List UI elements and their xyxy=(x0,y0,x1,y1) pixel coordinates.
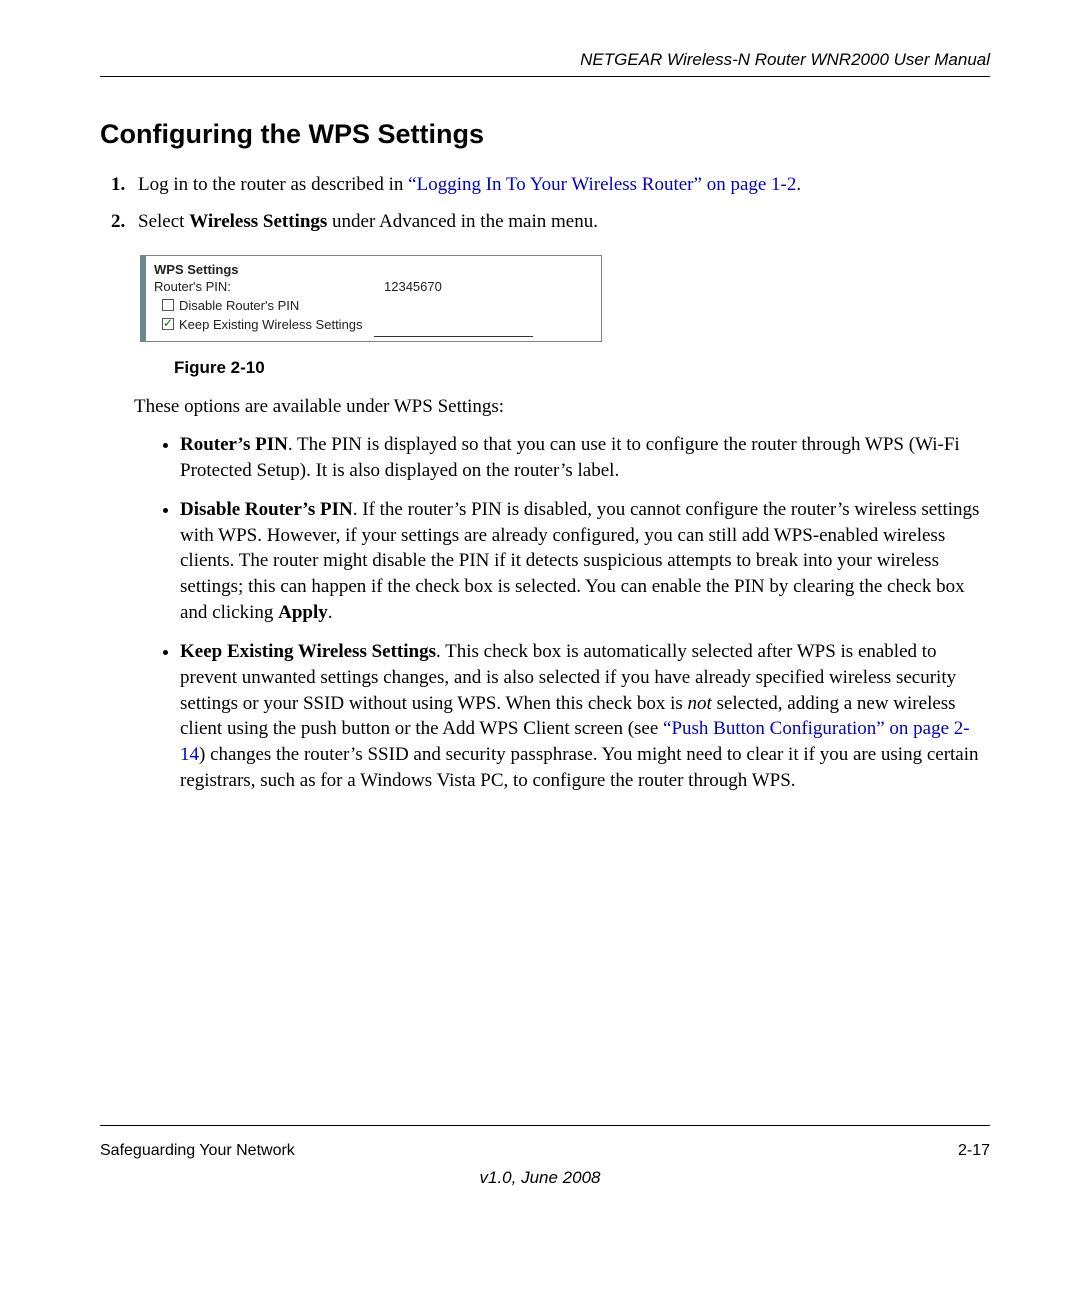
disable-pin-label: Disable Router's PIN xyxy=(179,298,299,313)
running-header: NETGEAR Wireless-N Router WNR2000 User M… xyxy=(100,50,990,77)
keep-existing-checkbox[interactable] xyxy=(162,318,174,330)
disable-pin-checkbox[interactable] xyxy=(162,299,174,311)
router-pin-label: Router's PIN: xyxy=(154,279,384,294)
panel-separator xyxy=(374,336,533,337)
bullet-3-t3: ) changes the router’s SSID and security… xyxy=(180,744,979,791)
bullet-1-term: Router’s PIN xyxy=(180,434,288,455)
disable-pin-row: Disable Router's PIN xyxy=(154,298,593,313)
step-1: Log in to the router as described in “Lo… xyxy=(130,170,990,199)
step-2-posttext: under Advanced in the main menu. xyxy=(327,211,598,232)
step-1-posttext: . xyxy=(796,174,801,195)
login-xref-link[interactable]: “Logging In To Your Wireless Router” on … xyxy=(408,174,796,195)
footer-chapter: Safeguarding Your Network xyxy=(100,1142,295,1160)
router-pin-row: Router's PIN: 12345670 xyxy=(154,279,593,294)
section-heading: Configuring the WPS Settings xyxy=(100,119,990,150)
step-1-pretext: Log in to the router as described in xyxy=(138,174,408,195)
panel-heading: WPS Settings xyxy=(154,262,593,277)
wps-settings-panel: WPS Settings Router's PIN: 12345670 Disa… xyxy=(140,255,602,342)
figure-caption: Figure 2-10 xyxy=(174,358,990,378)
bullet-2-after: . xyxy=(328,602,333,623)
manual-page: NETGEAR Wireless-N Router WNR2000 User M… xyxy=(0,0,1080,1296)
intro-paragraph: These options are available under WPS Se… xyxy=(134,396,990,418)
step-2-bold: Wireless Settings xyxy=(189,211,327,232)
footer-version: v1.0, June 2008 xyxy=(0,1168,1080,1188)
keep-existing-row: Keep Existing Wireless Settings xyxy=(154,317,593,332)
bullet-keep-existing: Keep Existing Wireless Settings. This ch… xyxy=(180,639,990,793)
option-bullet-list: Router’s PIN. The PIN is displayed so th… xyxy=(162,432,990,793)
footer-rule xyxy=(100,1125,990,1126)
figure-container: WPS Settings Router's PIN: 12345670 Disa… xyxy=(140,255,990,378)
footer-page-number: 2-17 xyxy=(958,1142,990,1160)
bullet-disable-pin: Disable Router’s PIN. If the router’s PI… xyxy=(180,497,990,625)
step-2-pretext: Select xyxy=(138,211,189,232)
bullet-3-term: Keep Existing Wireless Settings xyxy=(180,641,436,662)
keep-existing-label: Keep Existing Wireless Settings xyxy=(179,317,363,332)
step-2: Select Wireless Settings under Advanced … xyxy=(130,207,990,236)
router-pin-value: 12345670 xyxy=(384,279,442,294)
bullet-1-text: . The PIN is displayed so that you can u… xyxy=(180,434,960,481)
footer-line: Safeguarding Your Network 2-17 xyxy=(100,1142,990,1160)
bullet-router-pin: Router’s PIN. The PIN is displayed so th… xyxy=(180,432,990,483)
bullet-3-em: not xyxy=(688,693,712,714)
step-list: Log in to the router as described in “Lo… xyxy=(100,170,990,237)
bullet-2-apply: Apply xyxy=(278,602,328,623)
bullet-2-term: Disable Router’s PIN xyxy=(180,499,353,520)
